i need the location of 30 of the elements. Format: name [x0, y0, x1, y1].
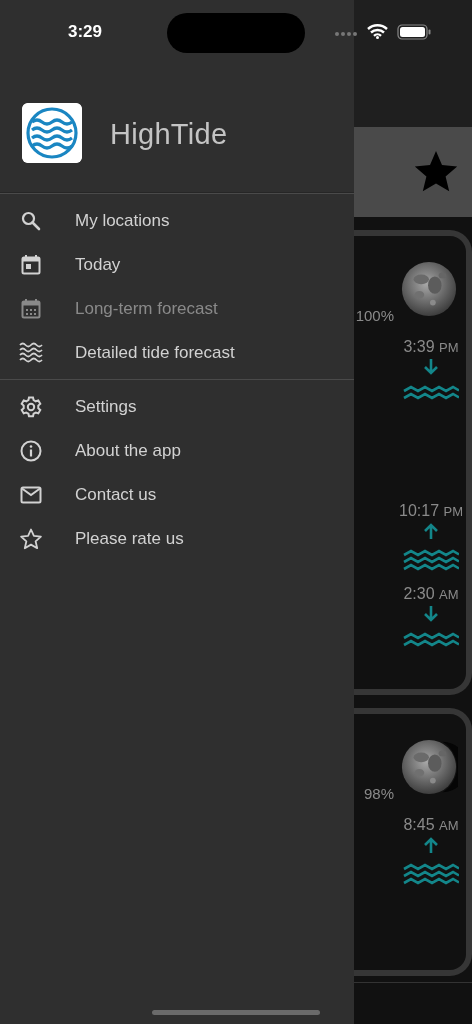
- menu-item[interactable]: Contact us: [0, 473, 354, 517]
- tide-time: 8:45 AM: [403, 816, 459, 834]
- tide-time: 2:30 AM: [403, 585, 459, 603]
- tide-time: 3:39 PM: [403, 338, 459, 356]
- wifi-icon: [367, 23, 388, 39]
- waves-icon: [19, 341, 43, 365]
- status-time: 3:29: [68, 22, 103, 42]
- signal-icon: [335, 31, 359, 37]
- settings-icon: [19, 395, 43, 419]
- tide-time: 10:17 PM: [399, 502, 463, 520]
- battery-icon: [397, 24, 431, 40]
- menu-item[interactable]: Detailed tide forecast: [0, 331, 354, 375]
- down-arrow-icon: [422, 358, 440, 376]
- search-icon: [19, 209, 43, 233]
- moon-illumination: 100%: [355, 307, 394, 324]
- menu-item[interactable]: My locations: [0, 199, 354, 243]
- moon-illumination: 98%: [363, 785, 394, 802]
- up-arrow-icon: [422, 522, 440, 540]
- menu-item[interactable]: Settings: [0, 385, 354, 429]
- star-icon: [19, 527, 43, 551]
- up-arrow-icon: [422, 836, 440, 854]
- menu-item[interactable]: Today: [0, 243, 354, 287]
- menu-item[interactable]: About the app: [0, 429, 354, 473]
- calendar-icon: [19, 253, 43, 277]
- info-icon: [19, 439, 43, 463]
- app-name: HighTide: [110, 118, 228, 151]
- app-logo: [22, 103, 82, 163]
- menu-item[interactable]: Please rate us: [0, 517, 354, 561]
- down-arrow-icon: [422, 605, 440, 623]
- calendar-icon: [19, 297, 43, 321]
